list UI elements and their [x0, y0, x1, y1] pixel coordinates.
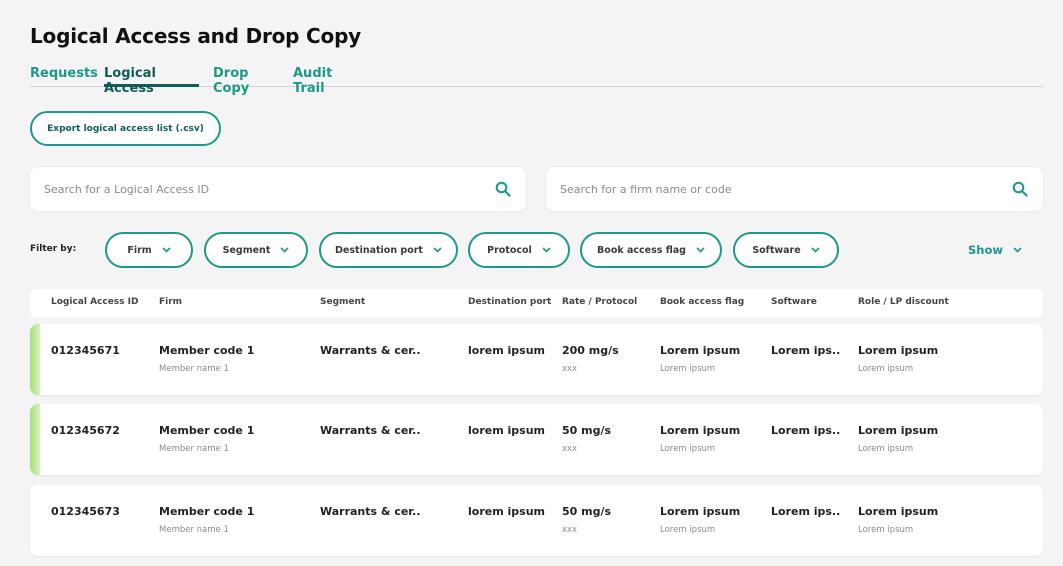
filter-software-label: Software — [752, 244, 801, 256]
cell-protocol: xxx — [562, 364, 578, 374]
access-id-search-input[interactable] — [44, 182, 494, 196]
chevron-down-icon — [433, 247, 442, 253]
cell-segment: Warrants & cer.. — [320, 424, 421, 437]
cell-protocol: xxx — [562, 444, 578, 454]
cell-segment: Warrants & cer.. — [320, 505, 421, 518]
filter-destination-port[interactable]: Destination port — [319, 232, 458, 268]
export-csv-button[interactable]: Export logical access list (.csv) — [30, 111, 221, 146]
cell-lp-discount: Lorem ipsum — [858, 444, 914, 454]
cell-book-access-sub: Lorem ipsum — [660, 364, 716, 374]
cell-role: Lorem ipsum — [858, 424, 939, 437]
cell-lp-discount: Lorem ipsum — [858, 525, 914, 535]
cell-destination-port: lorem ipsum — [468, 505, 545, 518]
show-button-label: Show — [968, 243, 1003, 257]
column-header-role-lp-discount[interactable]: Role / LP discount — [858, 297, 949, 307]
column-header-book-access-flag[interactable]: Book access flag — [660, 297, 744, 307]
firm-search-input[interactable] — [560, 182, 1011, 196]
cell-logical-access-id: 012345672 — [51, 424, 120, 437]
filter-protocol-label: Protocol — [487, 244, 532, 256]
filter-firm[interactable]: Firm — [105, 232, 193, 268]
column-header-firm[interactable]: Firm — [159, 297, 182, 307]
cell-book-access-flag: Lorem ipsum — [660, 505, 741, 518]
cell-logical-access-id: 012345673 — [51, 505, 120, 518]
column-header-rate-protocol[interactable]: Rate / Protocol — [562, 297, 637, 307]
cell-software: Lorem ips.. — [771, 424, 841, 437]
page: Logical Access and Drop Copy Requests Lo… — [0, 0, 1063, 566]
cell-lp-discount: Lorem ipsum — [858, 364, 914, 374]
show-button[interactable]: Show — [968, 243, 1022, 257]
cell-destination-port: lorem ipsum — [468, 344, 545, 357]
column-header-software[interactable]: Software — [771, 297, 817, 307]
chevron-down-icon — [696, 247, 705, 253]
search-icon[interactable] — [1011, 180, 1029, 198]
filter-protocol[interactable]: Protocol — [468, 232, 570, 268]
row-highlight-bar — [30, 324, 40, 395]
table-row[interactable]: 012345673 Member code 1 Member name 1 Wa… — [30, 485, 1043, 556]
tab-audit-trail[interactable]: Audit Trail — [293, 66, 363, 96]
cell-book-access-flag: Lorem ipsum — [660, 424, 741, 437]
tab-drop-copy[interactable]: Drop Copy — [213, 66, 279, 96]
cell-segment: Warrants & cer.. — [320, 344, 421, 357]
cell-role: Lorem ipsum — [858, 344, 939, 357]
cell-firm-name: Member name 1 — [159, 364, 229, 374]
filter-book-access-flag[interactable]: Book access flag — [580, 232, 722, 268]
tab-logical-access[interactable]: Logical Access — [104, 66, 199, 96]
filter-software[interactable]: Software — [733, 232, 839, 268]
cell-software: Lorem ips.. — [771, 505, 841, 518]
tab-bar: Requests Logical Access Drop Copy Audit … — [30, 66, 1043, 96]
cell-firm-name: Member name 1 — [159, 444, 229, 454]
row-highlight-bar — [30, 404, 40, 475]
cell-firm-code: Member code 1 — [159, 424, 255, 437]
column-header-destination-port[interactable]: Destination port — [468, 297, 551, 307]
cell-firm-code: Member code 1 — [159, 344, 255, 357]
tab-requests[interactable]: Requests — [30, 66, 98, 87]
chevron-down-icon — [162, 247, 171, 253]
filter-label: Filter by: — [30, 244, 77, 254]
filter-segment[interactable]: Segment — [204, 232, 308, 268]
page-title: Logical Access and Drop Copy — [30, 24, 362, 48]
cell-rate: 200 mg/s — [562, 344, 619, 357]
chevron-down-icon — [1013, 247, 1022, 253]
chevron-down-icon — [280, 247, 289, 253]
cell-logical-access-id: 012345671 — [51, 344, 120, 357]
table-row[interactable]: 012345672 Member code 1 Member name 1 Wa… — [30, 404, 1043, 475]
cell-book-access-flag: Lorem ipsum — [660, 344, 741, 357]
cell-book-access-sub: Lorem ipsum — [660, 525, 716, 535]
cell-firm-code: Member code 1 — [159, 505, 255, 518]
search-icon[interactable] — [494, 180, 512, 198]
cell-role: Lorem ipsum — [858, 505, 939, 518]
chevron-down-icon — [542, 247, 551, 253]
cell-book-access-sub: Lorem ipsum — [660, 444, 716, 454]
firm-search-box — [546, 167, 1043, 211]
cell-destination-port: lorem ipsum — [468, 424, 545, 437]
access-id-search-box — [30, 167, 526, 211]
cell-rate: 50 mg/s — [562, 424, 612, 437]
cell-protocol: xxx — [562, 525, 578, 535]
table-row[interactable]: 012345671 Member code 1 Member name 1 Wa… — [30, 324, 1043, 395]
filter-segment-label: Segment — [222, 244, 271, 256]
cell-rate: 50 mg/s — [562, 505, 612, 518]
filter-book-access-flag-label: Book access flag — [597, 244, 686, 256]
column-header-logical-access-id[interactable]: Logical Access ID — [51, 297, 138, 307]
chevron-down-icon — [811, 247, 820, 253]
cell-software: Lorem ips.. — [771, 344, 841, 357]
filter-firm-label: Firm — [127, 244, 152, 256]
table-header: Logical Access ID Firm Segment Destinati… — [30, 289, 1043, 317]
filter-destination-port-label: Destination port — [335, 244, 423, 256]
column-header-segment[interactable]: Segment — [320, 297, 365, 307]
cell-firm-name: Member name 1 — [159, 525, 229, 535]
